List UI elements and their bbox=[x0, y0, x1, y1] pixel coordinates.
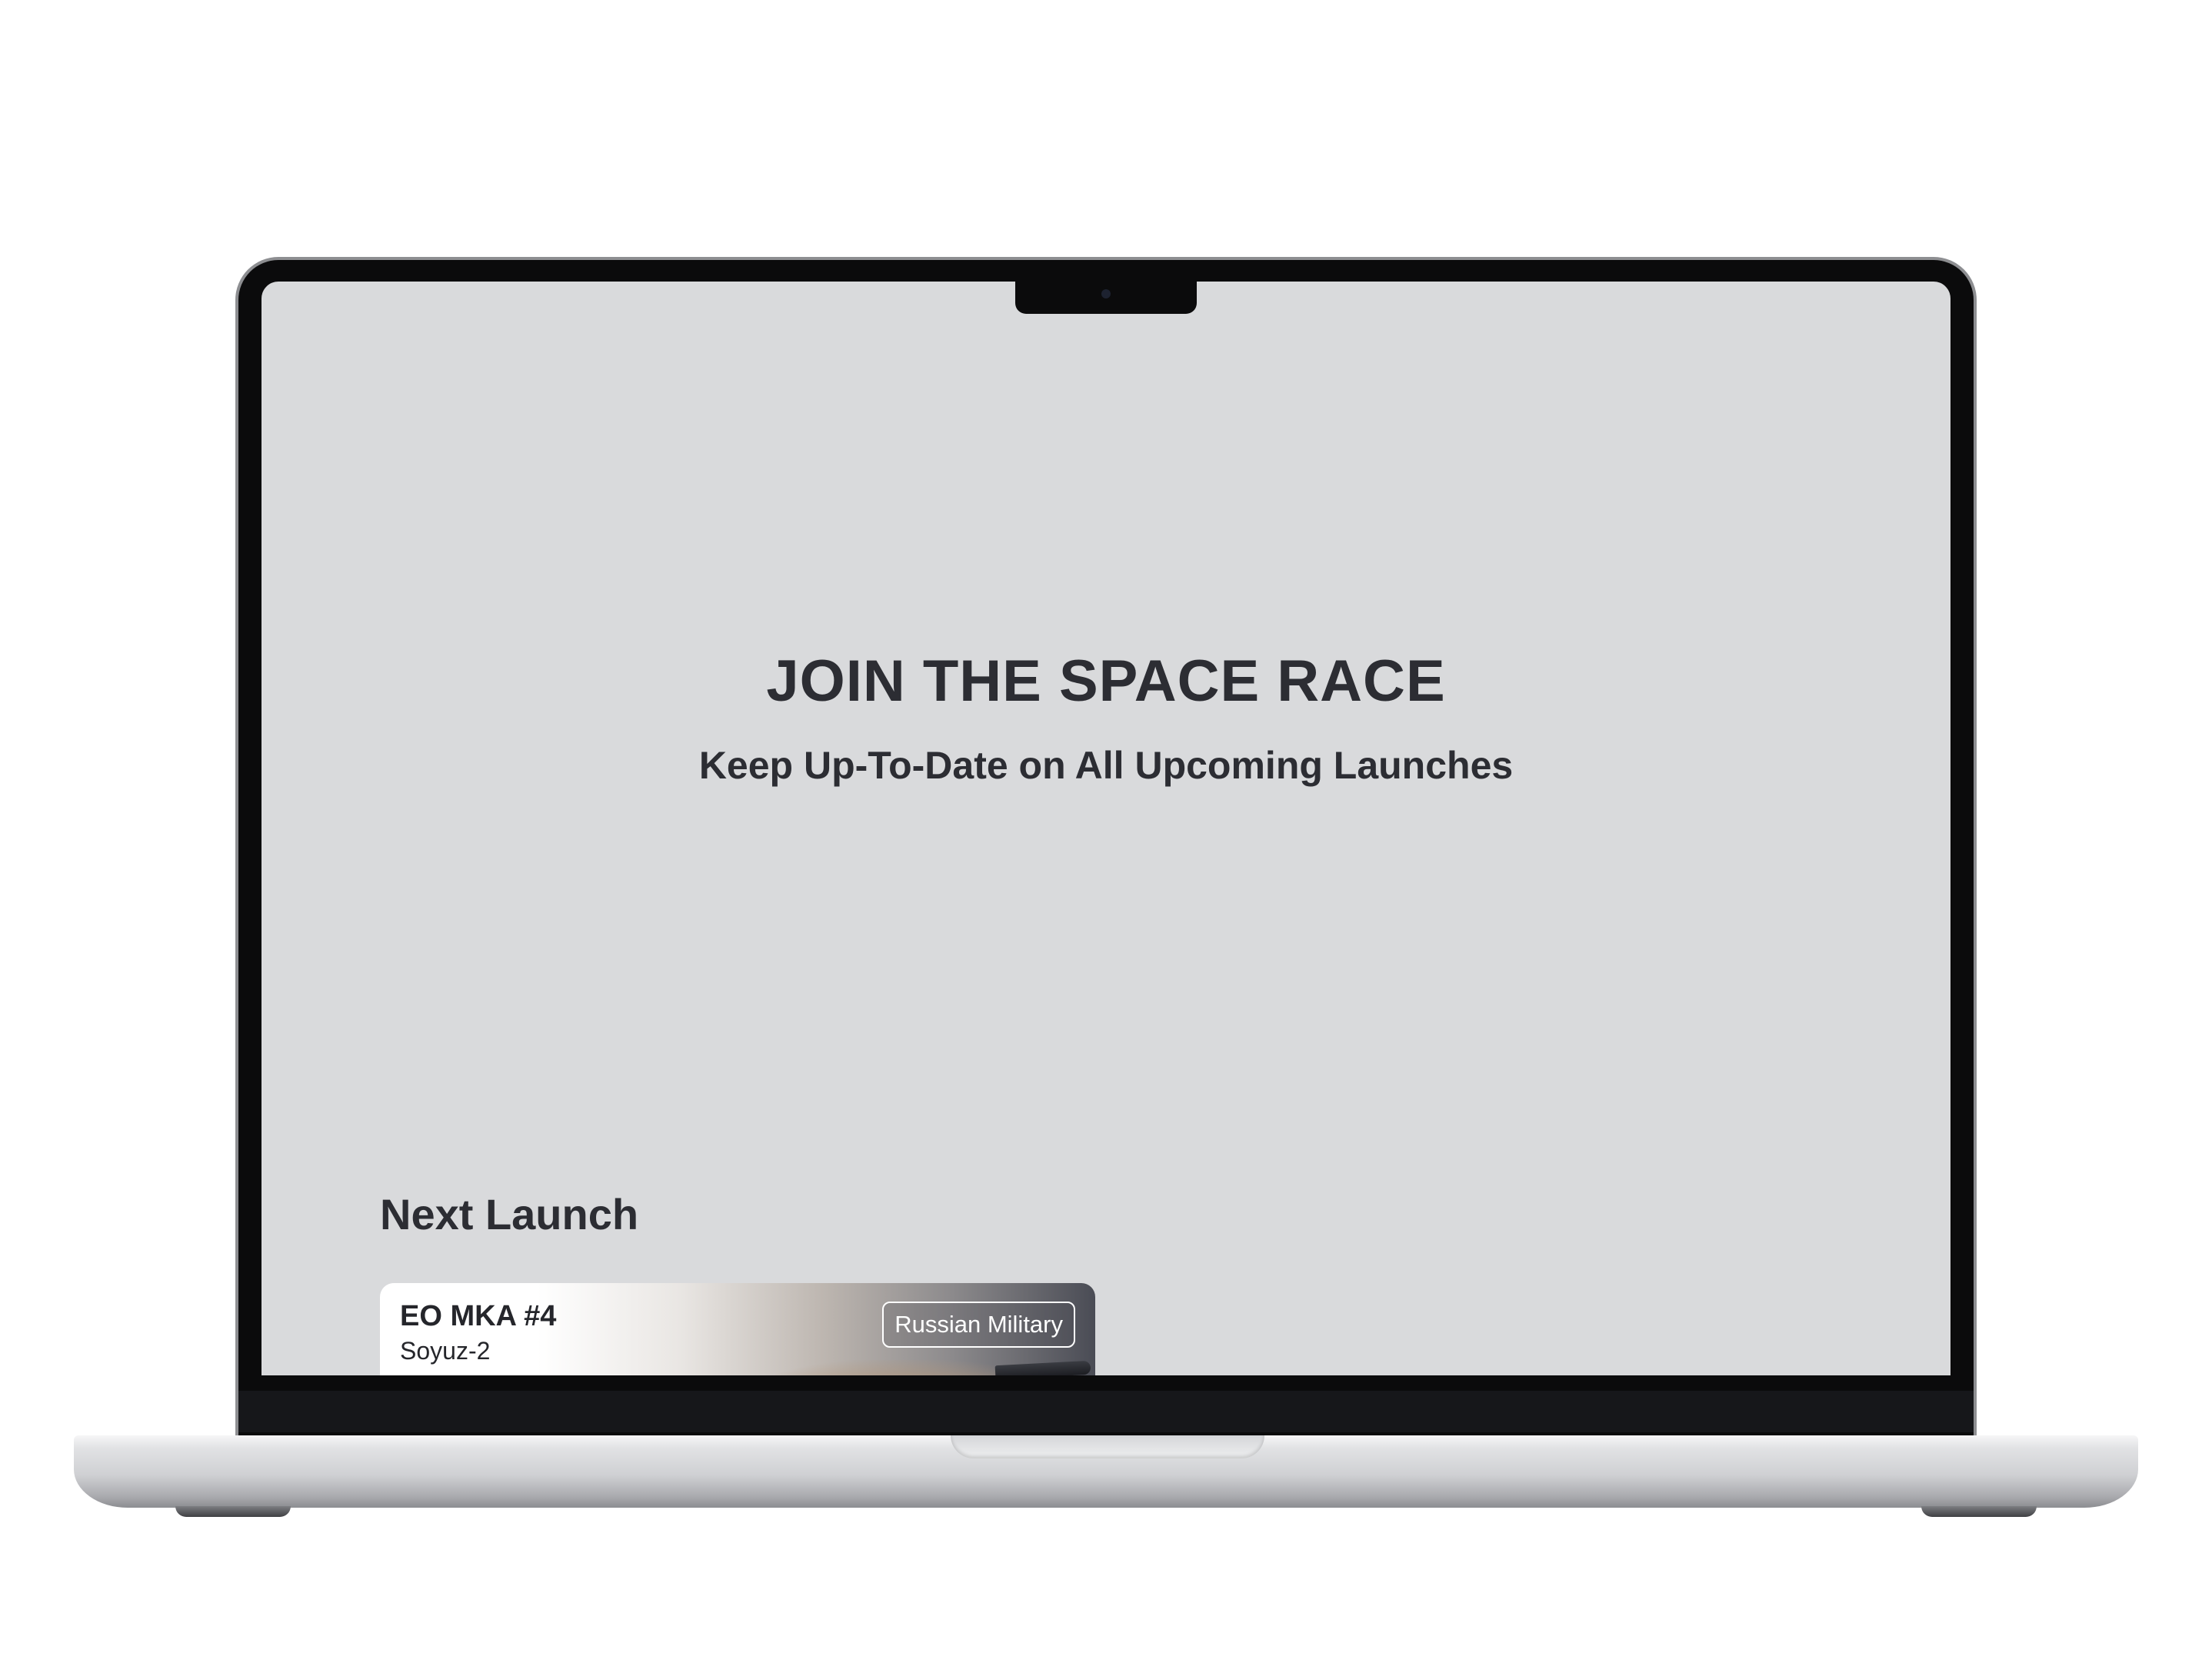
launch-mission-name: EO MKA #4 bbox=[400, 1300, 557, 1332]
hero-subtitle: Keep Up-To-Date on All Upcoming Launches bbox=[698, 744, 1514, 787]
hero-title: JOIN THE SPACE RACE bbox=[766, 648, 1446, 714]
laptop-lid-opening-notch bbox=[951, 1435, 1264, 1458]
laptop-chin bbox=[238, 1375, 1974, 1432]
agency-badge: Russian Military bbox=[882, 1302, 1075, 1348]
laptop-mockup: JOIN THE SPACE RACE Keep Up-To-Date on A… bbox=[0, 0, 2212, 1660]
next-launch-heading: Next Launch bbox=[380, 1190, 639, 1238]
laptop-screen: JOIN THE SPACE RACE Keep Up-To-Date on A… bbox=[262, 282, 1950, 1375]
next-launch-card[interactable]: EO MKA #4 Soyuz-2 Russian Military bbox=[380, 1283, 1095, 1375]
screen-notch bbox=[1015, 282, 1197, 314]
camera-icon bbox=[1101, 289, 1111, 298]
laptop-foot-left bbox=[175, 1506, 291, 1517]
laptop-foot-right bbox=[1921, 1506, 2037, 1517]
launch-rocket-name: Soyuz-2 bbox=[400, 1337, 491, 1365]
